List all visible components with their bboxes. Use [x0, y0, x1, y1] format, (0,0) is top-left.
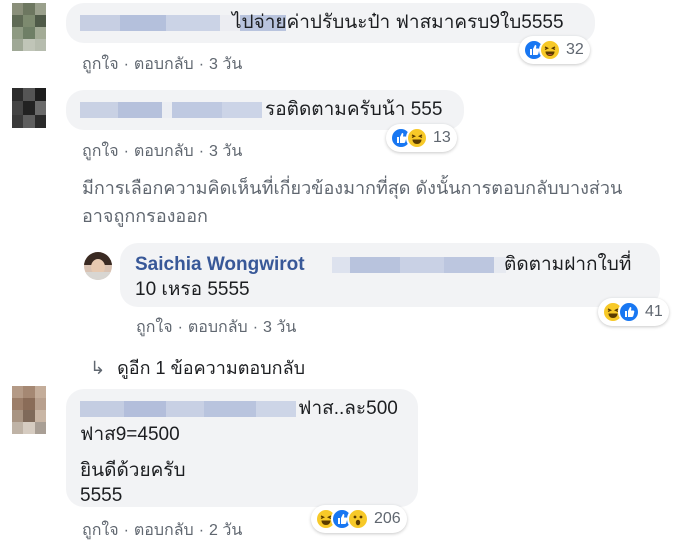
comment-bubble: ฟาส..ละ500 ฟาส9=4500 ยินดีด้วยครับ 5555	[66, 389, 418, 507]
avatar[interactable]	[12, 3, 46, 51]
haha-reaction-icon	[539, 39, 561, 61]
like-link[interactable]: ถูกใจ	[82, 522, 119, 539]
timestamp-link[interactable]: 3 วัน	[209, 56, 242, 73]
timestamp-link[interactable]: 3 วัน	[263, 319, 296, 336]
wow-reaction-icon	[347, 508, 369, 530]
reply-author-link[interactable]: Saichia Wongwirot	[135, 252, 305, 277]
like-link[interactable]: ถูกใจ	[136, 319, 173, 336]
reply-avatar[interactable]	[84, 252, 112, 280]
view-more-replies-link[interactable]: ↳ ดูอีก 1 ข้อความตอบกลับ	[90, 353, 305, 382]
reaction-count: 206	[374, 510, 401, 527]
avatar[interactable]	[12, 386, 46, 434]
comment-text: 5555	[80, 485, 123, 506]
haha-reaction-icon	[406, 127, 428, 149]
reply-link[interactable]: ตอบกลับ	[134, 56, 194, 73]
timestamp-link[interactable]: 2 วัน	[209, 522, 242, 539]
comment-bubble: ไปจ่ายค่าปรับนะป๋า ฟาสมาครบ9ใบ5555	[66, 3, 595, 43]
reply-text: ติดตามฝากใบที่	[504, 254, 632, 275]
comment-text: ฟาส9=4500	[80, 424, 180, 445]
comment-text: ไปจ่ายค่าปรับนะป๋า ฟาสมาครบ9ใบ5555	[232, 12, 564, 33]
reactions-summary[interactable]: 32	[519, 36, 590, 64]
reply-link[interactable]: ตอบกลับ	[134, 522, 194, 539]
filter-notice: มีการเลือกความคิดเห็นที่เกี่ยวข้องมากที่…	[82, 174, 622, 230]
blurred-author-name[interactable]	[80, 102, 262, 118]
filter-notice-line: มีการเลือกความคิดเห็นที่เกี่ยวข้องมากที่…	[82, 178, 623, 198]
reply-actions: ถูกใจ · ตอบกลับ · 3 วัน	[136, 319, 297, 336]
reply-bubble: Saichia Wongwirot ติดตามฝากใบที่ 10 เหรอ…	[120, 243, 660, 307]
comment-actions: ถูกใจ · ตอบกลับ · 2 วัน	[82, 522, 243, 539]
reaction-count: 13	[433, 129, 451, 146]
like-link[interactable]: ถูกใจ	[82, 143, 119, 160]
blurred-author-name[interactable]	[80, 401, 296, 417]
reactions-summary[interactable]: 41	[598, 298, 669, 326]
comment-text: ยินดีด้วยครับ	[80, 460, 186, 481]
comment-text: ฟาส..ละ500	[298, 398, 398, 419]
reaction-count: 32	[566, 41, 584, 58]
comment-text: รอติดตามครับน้า 555	[265, 99, 443, 120]
reply-link[interactable]: ตอบกลับ	[134, 143, 194, 160]
reply-arrow-icon: ↳	[90, 358, 106, 378]
avatar[interactable]	[12, 88, 46, 128]
filter-notice-line: อาจถูกกรองออก	[82, 206, 208, 226]
reactions-summary[interactable]: 13	[386, 124, 457, 152]
reaction-count: 41	[645, 303, 663, 320]
like-reaction-icon	[618, 301, 640, 323]
comment-actions: ถูกใจ · ตอบกลับ · 3 วัน	[82, 56, 243, 73]
reply-link[interactable]: ตอบกลับ	[188, 319, 248, 336]
reply-text: 10 เหรอ 5555	[135, 279, 250, 300]
blurred-tagged-name[interactable]	[332, 257, 506, 273]
like-link[interactable]: ถูกใจ	[82, 56, 119, 73]
timestamp-link[interactable]: 3 วัน	[209, 143, 242, 160]
view-more-replies-label: ดูอีก 1 ข้อความตอบกลับ	[117, 358, 306, 378]
comment-actions: ถูกใจ · ตอบกลับ · 3 วัน	[82, 143, 243, 160]
reactions-summary[interactable]: 206	[311, 505, 407, 533]
